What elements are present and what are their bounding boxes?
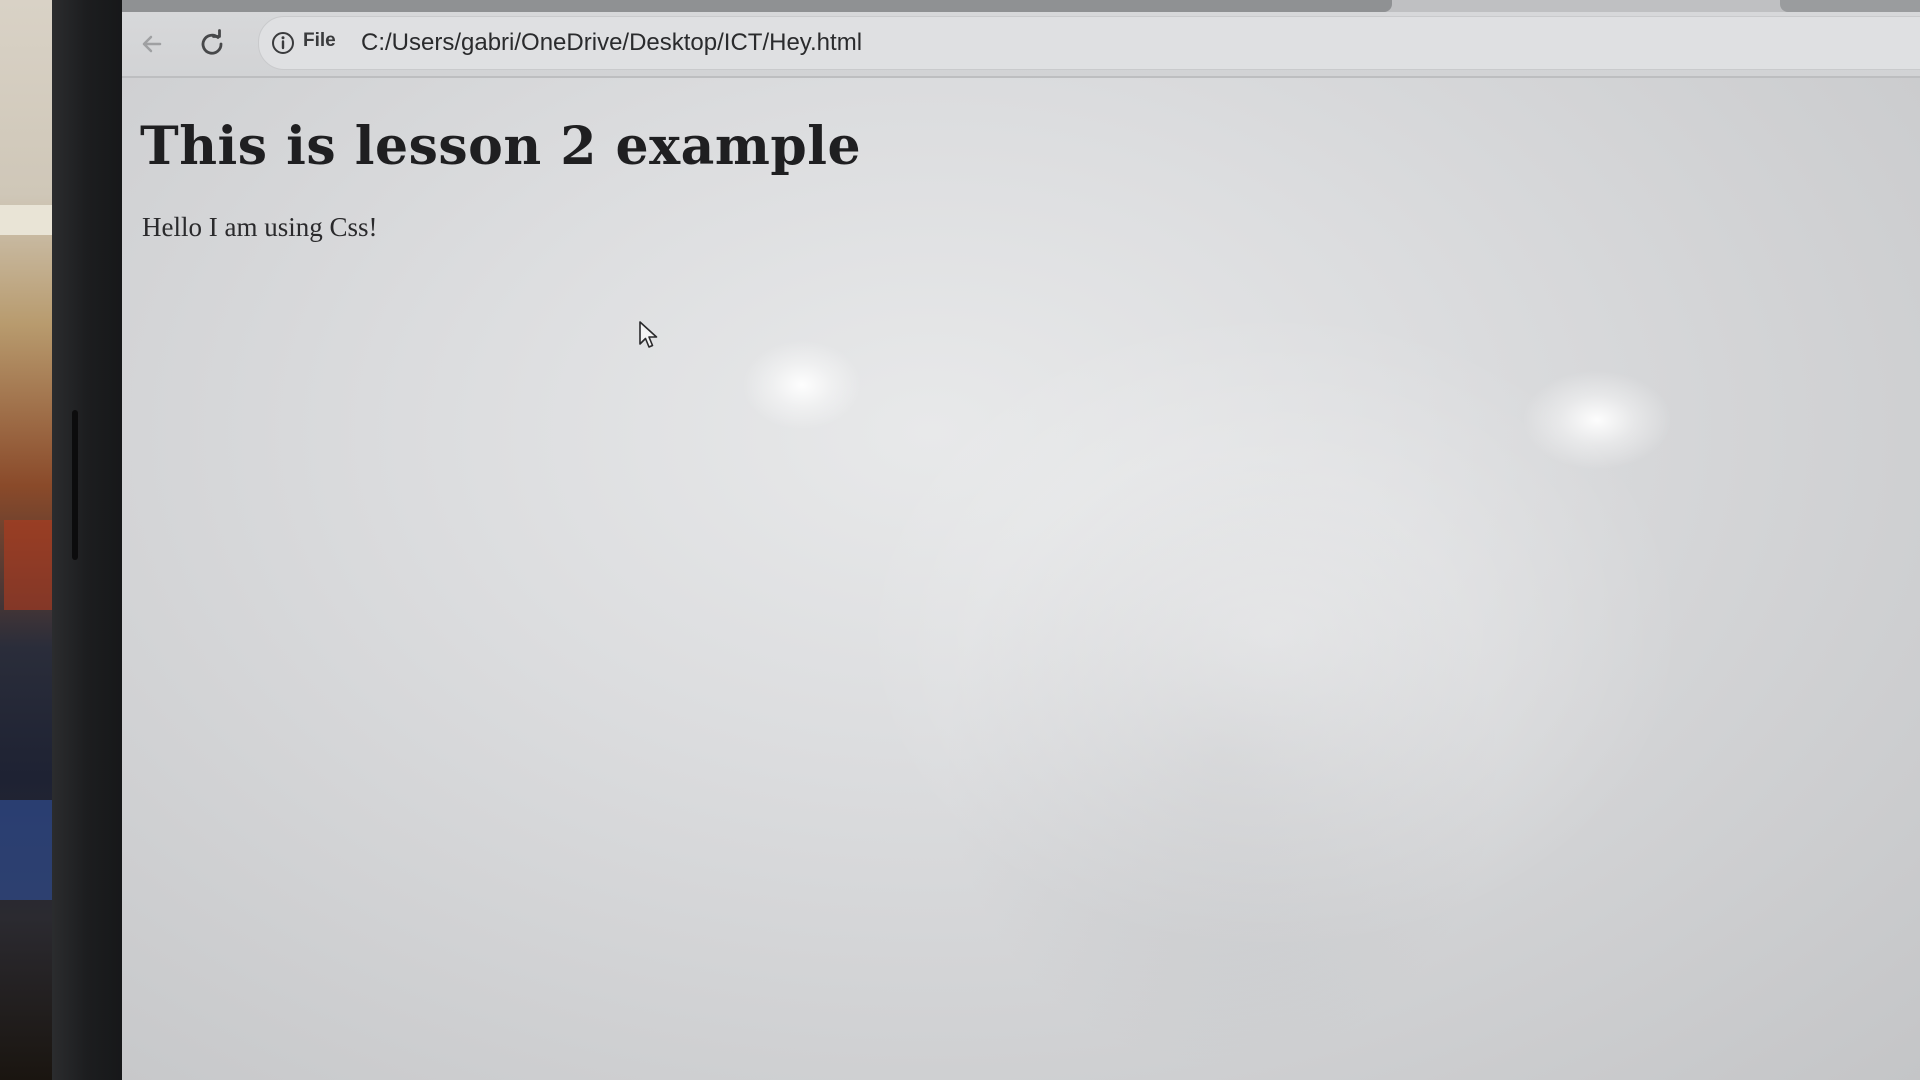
url-text[interactable]: C:/Users/gabri/OneDrive/Desktop/ICT/Hey.… — [361, 29, 862, 57]
browser-tab[interactable] — [122, 0, 1392, 12]
shelf-item — [0, 800, 56, 900]
back-arrow-icon — [142, 35, 162, 53]
monitor-screen: File C:/Users/gabri/OneDrive/Desktop/ICT… — [122, 0, 1920, 1080]
info-icon[interactable] — [271, 31, 295, 55]
mouse-cursor-icon — [639, 321, 658, 348]
reload-icon — [201, 29, 223, 55]
bezel-edge — [72, 410, 78, 560]
browser-tab-secondary[interactable] — [1780, 0, 1920, 12]
site-info-label[interactable]: File — [303, 30, 336, 52]
page-paragraph: Hello I am using Css! — [142, 212, 378, 242]
tab-strip — [122, 0, 1920, 12]
page-heading: This is lesson 2 example — [140, 116, 862, 177]
reload-button[interactable] — [194, 26, 230, 62]
photo-scene: File C:/Users/gabri/OneDrive/Desktop/ICT… — [0, 0, 1920, 1080]
screen-reflection — [942, 450, 1502, 1070]
shelf-item — [0, 205, 56, 235]
address-bar[interactable]: File C:/Users/gabri/OneDrive/Desktop/ICT… — [258, 16, 1920, 70]
back-button[interactable] — [134, 26, 170, 62]
room-background — [0, 0, 56, 1080]
shelf-item — [4, 520, 54, 610]
browser-toolbar: File C:/Users/gabri/OneDrive/Desktop/ICT… — [122, 12, 1920, 78]
